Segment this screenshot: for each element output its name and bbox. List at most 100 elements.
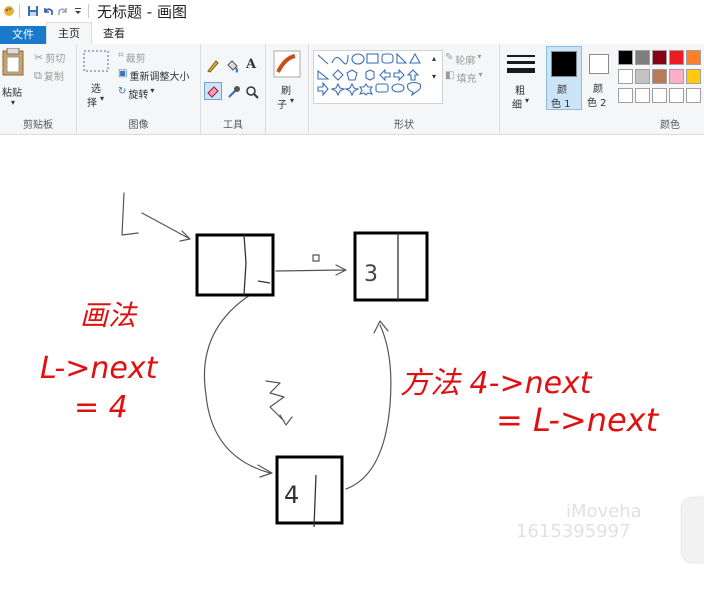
palette-swatch[interactable] bbox=[618, 88, 633, 103]
app-icon bbox=[3, 5, 15, 17]
copy-label: 复制 bbox=[43, 72, 64, 83]
line-width-icon bbox=[507, 54, 535, 78]
cut-button[interactable]: ✂ 剪切 bbox=[34, 50, 65, 65]
brushes-button[interactable]: 刷 子 ▾ bbox=[273, 50, 301, 111]
copy-button[interactable]: ⧉ 复制 bbox=[34, 68, 64, 84]
crop-icon: ⌗ bbox=[118, 50, 124, 61]
fill-icon: ◧ bbox=[445, 70, 455, 81]
palette-swatch[interactable] bbox=[669, 88, 684, 103]
brushes-group: 刷 子 ▾ bbox=[266, 44, 309, 134]
palette-swatch[interactable] bbox=[686, 88, 701, 103]
palette-swatch[interactable] bbox=[669, 50, 684, 65]
palette-swatch[interactable] bbox=[652, 88, 667, 103]
palette-swatch[interactable] bbox=[669, 69, 684, 84]
node-right-label: 3 bbox=[364, 262, 378, 287]
red-note-left-line2: L->next bbox=[40, 351, 159, 386]
divider bbox=[19, 4, 20, 18]
palette-swatch[interactable] bbox=[686, 50, 701, 65]
color2-label-2: 色 2 bbox=[587, 98, 607, 109]
chevron-down-icon: ▾ bbox=[290, 96, 295, 105]
palette-swatch[interactable] bbox=[635, 88, 650, 103]
chevron-down-icon: ▾ bbox=[477, 52, 482, 61]
outline-label: 轮廓 bbox=[455, 56, 476, 67]
resize-icon: ▣ bbox=[118, 68, 128, 79]
select-label-2: 择 bbox=[87, 98, 97, 109]
head-pointer-arrow bbox=[141, 212, 191, 242]
image-group: 选 择 ▾ ⌗ 裁剪 ▣ 重新调整大小 ↻ 旋转 ▾ 图像 bbox=[77, 44, 201, 134]
brush-icon bbox=[273, 50, 301, 82]
eraser-icon[interactable] bbox=[204, 82, 222, 100]
color2-button[interactable]: 颜 色 2 bbox=[584, 46, 616, 110]
color-palette bbox=[618, 50, 704, 108]
resize-button[interactable]: ▣ 重新调整大小 bbox=[118, 68, 189, 83]
palette-swatch[interactable] bbox=[652, 50, 667, 65]
crop-button[interactable]: ⌗ 裁剪 bbox=[118, 50, 146, 65]
palette-swatch[interactable] bbox=[686, 69, 701, 84]
crop-label: 裁剪 bbox=[125, 54, 146, 65]
tab-home[interactable]: 主页 bbox=[46, 22, 92, 45]
palette-swatch[interactable] bbox=[618, 50, 633, 65]
clipboard-icon bbox=[2, 47, 24, 80]
color1-label-2: 色 1 bbox=[551, 99, 571, 110]
color-picker-icon[interactable] bbox=[227, 84, 241, 103]
palette-swatch[interactable] bbox=[618, 69, 633, 84]
color1-swatch bbox=[551, 51, 577, 77]
node-bottom-label: 4 bbox=[284, 481, 299, 509]
palette-swatch[interactable] bbox=[652, 69, 667, 84]
palette-swatch[interactable] bbox=[635, 69, 650, 84]
node-left-pointer-mark bbox=[257, 280, 271, 284]
rotate-button[interactable]: ↻ 旋转 ▾ bbox=[118, 86, 154, 101]
magnifier-icon[interactable] bbox=[245, 84, 259, 103]
text-tool-icon[interactable]: A bbox=[246, 57, 256, 72]
chevron-down-icon: ▾ bbox=[150, 86, 155, 95]
chevron-up-icon[interactable]: ▴ bbox=[432, 54, 436, 63]
paste-button[interactable]: 粘贴 ▾ bbox=[2, 47, 26, 110]
chevron-down-icon: ▾ bbox=[478, 70, 483, 79]
ribbon: 粘贴 ▾ ✂ 剪切 ⧉ 复制 剪贴板 选 择 ▾ ⌗ 裁剪 ▣ 重新调整大小 ↻… bbox=[0, 44, 704, 135]
select-button[interactable]: 选 择 ▾ bbox=[83, 50, 109, 110]
color2-swatch bbox=[589, 54, 609, 74]
red-note-left-line1: 画法 bbox=[80, 299, 138, 332]
fill-button[interactable]: ◧ 填充 ▾ bbox=[445, 70, 482, 85]
small-square-mark bbox=[312, 254, 320, 262]
colors-group-label: 颜色 bbox=[660, 120, 680, 131]
red-note-right-line1: 方法 4->next bbox=[400, 366, 593, 401]
cut-label: 剪切 bbox=[45, 54, 66, 65]
rotate-icon: ↻ bbox=[118, 86, 127, 97]
fill-bucket-icon[interactable] bbox=[225, 58, 239, 77]
select-label-1: 选 bbox=[91, 84, 101, 95]
palette-swatch[interactable] bbox=[635, 50, 650, 65]
copy-icon: ⧉ bbox=[34, 68, 42, 82]
chevron-down-icon: ▾ bbox=[100, 94, 105, 103]
clipboard-group: 粘贴 ▾ ✂ 剪切 ⧉ 复制 剪贴板 bbox=[0, 44, 77, 134]
shapes-icon bbox=[317, 52, 422, 97]
select-rectangle-icon bbox=[83, 50, 109, 76]
resize-label: 重新调整大小 bbox=[129, 72, 190, 83]
node-left bbox=[195, 233, 275, 297]
shape-gallery[interactable] bbox=[313, 50, 443, 104]
drawing-canvas[interactable]: 3 4 画法 L->next = 4 方法 4->next = L->next … bbox=[0, 135, 704, 601]
undo-icon[interactable] bbox=[42, 5, 54, 17]
save-icon[interactable] bbox=[27, 5, 39, 17]
customize-quick-access-icon[interactable] bbox=[72, 5, 84, 17]
red-note-left-line3: = 4 bbox=[74, 390, 128, 425]
squiggle-mark bbox=[265, 380, 293, 426]
tab-view[interactable]: 查看 bbox=[92, 23, 136, 44]
node-bottom-divider bbox=[313, 474, 317, 528]
outline-button[interactable]: ✎ 轮廓 ▾ bbox=[445, 52, 481, 67]
chevron-down-icon[interactable]: ▾ bbox=[432, 72, 436, 81]
divider bbox=[88, 4, 89, 18]
pencil-icon[interactable] bbox=[206, 58, 220, 77]
floating-side-panel[interactable] bbox=[682, 498, 704, 562]
tab-file[interactable]: 文件 bbox=[0, 26, 46, 44]
shapes-group: ▴ ▾ ✎ 轮廓 ▾ ◧ 填充 ▾ 形状 bbox=[309, 44, 500, 134]
redo-icon[interactable] bbox=[57, 5, 69, 17]
color1-button[interactable]: 颜 色 1 bbox=[546, 46, 582, 110]
node-left-divider bbox=[243, 234, 247, 296]
watermark-name: iMoveha bbox=[566, 501, 642, 522]
size-button[interactable]: 粗 细 ▾ bbox=[504, 48, 540, 111]
window-title: 无标题 - 画图 bbox=[97, 2, 187, 21]
tools-group: A 工具 bbox=[201, 44, 266, 134]
head-pointer-L bbox=[121, 192, 139, 236]
watermark-number: 1615395997 bbox=[516, 521, 631, 542]
